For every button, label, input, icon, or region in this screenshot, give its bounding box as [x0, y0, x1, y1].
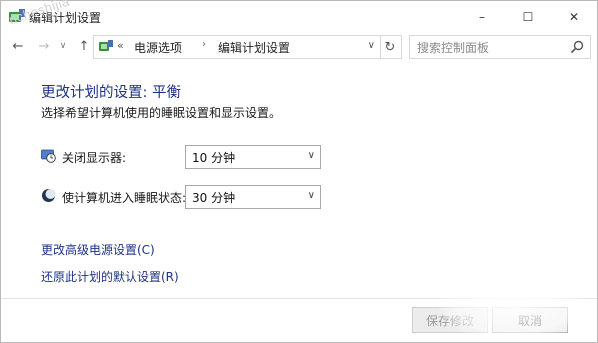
up-arrow-icon: ↑ [78, 38, 90, 54]
breadcrumb-power-options[interactable]: 电源选项 [134, 39, 182, 56]
control-panel-window: 编辑计划设置 ncheshijia – ☐ ✕ ← → ∨ ↑ « 电源选项 ›… [0, 0, 598, 343]
restore-defaults-link[interactable]: 还原此计划的默认设置(R) [41, 268, 179, 285]
page-description: 选择希望计算机使用的睡眠设置和显示设置。 [41, 106, 282, 120]
breadcrumb-edit-plan[interactable]: 编辑计划设置 [218, 39, 290, 56]
back-arrow-icon: ← [12, 38, 24, 54]
sleep-moon-icon [42, 189, 56, 202]
minimize-button[interactable]: – [459, 1, 505, 32]
address-bar[interactable]: « 电源选项 › 编辑计划设置 ∨ [93, 35, 381, 59]
address-dropdown-icon[interactable]: ∨ [368, 40, 375, 51]
breadcrumb-overflow[interactable]: « [117, 39, 124, 52]
footer-divider [1, 298, 597, 299]
display-clock-icon [41, 149, 56, 163]
up-button[interactable]: ↑ [75, 36, 93, 56]
search-placeholder: 搜索控制面板 [417, 41, 490, 55]
search-box[interactable]: 搜索控制面板 [409, 35, 591, 59]
chevron-down-icon: ∨ [307, 190, 315, 201]
maximize-button[interactable]: ☐ [505, 1, 551, 32]
sleep-label: 使计算机进入睡眠状态: [62, 191, 187, 205]
back-button[interactable]: ← [9, 36, 27, 56]
maximize-icon: ☐ [522, 9, 534, 24]
advanced-power-settings-link[interactable]: 更改高级电源设置(C) [41, 241, 155, 258]
turn-off-display-value: 10 分钟 [192, 151, 236, 165]
cancel-button[interactable]: 取消 [492, 307, 568, 333]
forward-arrow-icon: → [38, 38, 50, 54]
navigation-bar: ← → ∨ ↑ « 电源选项 › 编辑计划设置 ∨ ↻ 搜索控制面板 [1, 32, 597, 60]
turn-off-display-select[interactable]: 10 分钟 ∨ [185, 145, 321, 169]
refresh-icon: ↻ [384, 39, 396, 55]
breadcrumb-chevron-icon[interactable]: › [202, 39, 206, 50]
turn-off-display-label: 关闭显示器: [62, 151, 127, 165]
title-bar[interactable]: 编辑计划设置 ncheshijia – ☐ ✕ [1, 0, 597, 32]
minimize-icon: – [479, 9, 485, 24]
control-panel-icon [99, 40, 113, 51]
save-changes-button[interactable]: 保存修改 [412, 307, 488, 333]
recent-locations-button[interactable]: ∨ [57, 36, 69, 56]
page-title: 更改计划的设置: 平衡 [41, 85, 181, 101]
search-icon [570, 40, 584, 54]
close-button[interactable]: ✕ [551, 1, 597, 32]
chevron-down-icon: ∨ [307, 150, 315, 161]
forward-button[interactable]: → [35, 36, 53, 56]
refresh-button[interactable]: ↻ [379, 35, 402, 59]
sleep-value: 30 分钟 [192, 191, 236, 205]
chevron-down-icon: ∨ [59, 41, 67, 51]
close-icon: ✕ [568, 9, 580, 24]
sleep-select[interactable]: 30 分钟 ∨ [185, 185, 321, 209]
